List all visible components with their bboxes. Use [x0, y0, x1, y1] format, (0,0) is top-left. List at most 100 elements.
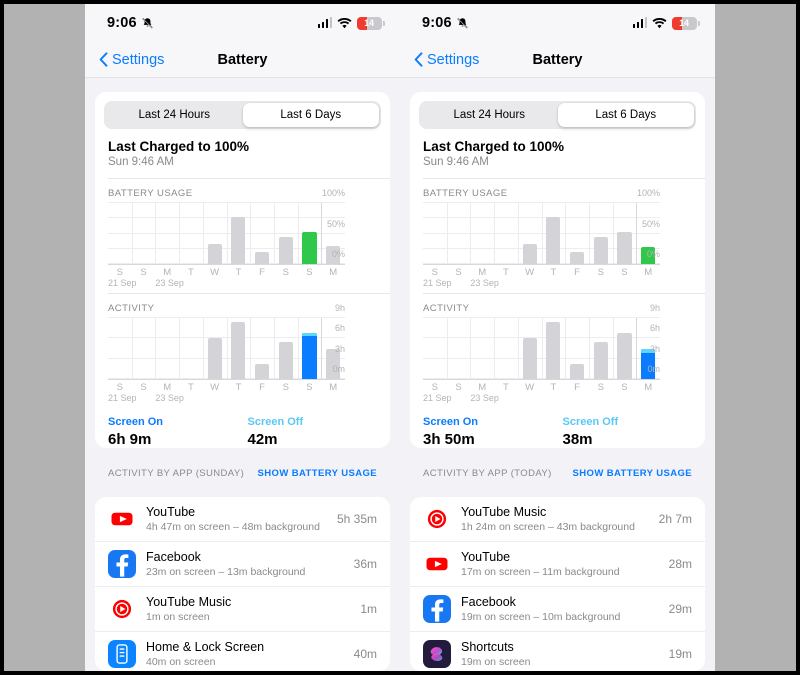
app-row[interactable]: Facebook 19m on screen – 10m background 29… — [410, 586, 705, 631]
x-tick: W — [210, 382, 220, 393]
bar-column — [518, 203, 542, 264]
app-row[interactable]: YouTube 4h 47m on screen – 48m background… — [95, 497, 390, 541]
x-tick: S — [140, 267, 147, 278]
screen-off-block: Screen Off 42m — [238, 416, 378, 448]
x-tick: M — [644, 382, 653, 393]
bar-series — [423, 318, 660, 379]
bar-series — [108, 203, 345, 264]
bar — [569, 364, 585, 379]
bar-column — [203, 203, 227, 264]
show-battery-usage-link[interactable]: SHOW BATTERY USAGE — [258, 468, 377, 479]
app-row[interactable]: Shortcuts 19m on screen 19m — [410, 631, 705, 671]
back-button[interactable]: Settings — [414, 52, 479, 68]
last-charged-subtitle: Sun 9:46 AM — [108, 156, 174, 168]
app-row[interactable]: Home & Lock Screen 40m on screen 40m — [95, 631, 390, 671]
bar-column — [423, 203, 447, 264]
bar-column — [542, 318, 566, 379]
bar — [593, 236, 608, 264]
x-tick: S — [621, 267, 628, 278]
date-labels: 21 Sep 23 Sep — [108, 278, 345, 291]
app-usage-detail: 4h 47m on screen – 48m background — [146, 521, 320, 534]
show-battery-usage-link[interactable]: SHOW BATTERY USAGE — [573, 468, 692, 479]
segment-last-6-days[interactable]: Last 6 Days — [557, 103, 694, 127]
bar-column — [589, 318, 613, 379]
segment-last-24-hours[interactable]: Last 24 Hours — [421, 103, 558, 127]
app-details: Home & Lock Screen 40m on screen — [146, 640, 344, 668]
x-tick: S — [621, 382, 628, 393]
status-time: 9:06 — [422, 15, 452, 31]
app-row[interactable]: YouTube Music 1h 24m on screen – 43m back… — [410, 497, 705, 541]
date-label: 21 Sep — [423, 393, 452, 403]
app-usage-detail: 19m on screen — [461, 656, 531, 669]
last-charged-title: Last Charged to 100% — [423, 139, 565, 154]
scroll-content[interactable]: Last 24 Hours Last 6 Days Last Charged to … — [400, 78, 715, 671]
signal-bar — [644, 17, 647, 28]
segment-last-6-days[interactable]: Last 6 Days — [242, 103, 379, 127]
app-name: YouTube — [461, 550, 511, 565]
bar-column — [155, 203, 179, 264]
battery-usage-chart-plot: 0% 50% 100% — [108, 188, 345, 265]
bar — [546, 217, 561, 264]
app-name: Shortcuts — [461, 640, 514, 655]
battery-card: Last 24 Hours Last 6 Days Last Charged to … — [95, 92, 390, 449]
status-bar: 9:06 14 — [400, 4, 715, 42]
y-tick: 6h — [334, 323, 345, 334]
back-button[interactable]: Settings — [99, 52, 164, 68]
x-tick: T — [503, 382, 509, 393]
wifi-icon — [337, 17, 352, 29]
scroll-content[interactable]: Last 24 Hours Last 6 Days Last Charged to … — [85, 78, 400, 671]
back-button-label: Settings — [112, 51, 165, 68]
bar-column — [470, 318, 494, 379]
battery-tip — [383, 20, 385, 26]
x-tick: S — [455, 382, 462, 393]
cellular-bars-icon — [317, 17, 332, 28]
bar-series — [423, 203, 660, 264]
x-tick: S — [455, 267, 462, 278]
date-labels: 21 Sep 23 Sep — [423, 393, 660, 406]
app-name: YouTube — [146, 505, 196, 520]
x-tick: S — [140, 382, 147, 393]
screen-off-block: Screen Off 38m — [553, 416, 693, 448]
bar-column — [108, 318, 132, 379]
home-lock-screen-icon — [108, 640, 136, 669]
y-tick: 3h — [649, 343, 660, 354]
segment-last-24-hours[interactable]: Last 24 Hours — [106, 103, 243, 127]
app-name: YouTube Music — [146, 595, 232, 610]
bar-column — [227, 318, 251, 379]
app-details: YouTube Music 1m on screen — [146, 595, 350, 623]
app-total-time: 28m — [668, 557, 692, 572]
x-axis-labels: SSMTWTFSSM — [423, 382, 660, 393]
bar — [569, 252, 585, 264]
signal-bar — [636, 21, 639, 28]
youtube-music-icon — [423, 505, 451, 534]
navigation-bar: Settings Battery — [400, 42, 715, 78]
signal-bar — [325, 19, 328, 28]
date-label: 21 Sep — [423, 278, 452, 288]
x-tick: W — [210, 267, 220, 278]
apps-section-title: ACTIVITY BY APP (SUNDAY) — [108, 468, 245, 480]
bar — [231, 217, 246, 264]
app-details: Facebook 19m on screen – 10m background — [461, 595, 659, 623]
app-row[interactable]: YouTube 17m on screen – 11m background 28m — [410, 541, 705, 586]
screen-off-label: Screen Off — [562, 416, 619, 428]
bell-slash-icon — [141, 17, 154, 30]
segmented-control[interactable]: Last 24 Hours Last 6 Days — [419, 101, 696, 129]
shortcuts-icon — [423, 640, 451, 669]
bar — [207, 337, 222, 379]
segmented-control[interactable]: Last 24 Hours Last 6 Days — [104, 101, 381, 129]
x-tick: S — [431, 382, 439, 393]
x-tick: S — [116, 382, 124, 393]
y-tick: 9h — [649, 303, 660, 313]
status-bar-left: 9:06 — [422, 15, 469, 31]
app-row[interactable]: YouTube Music 1m on screen 1m — [95, 586, 390, 631]
y-tick: 100% — [321, 188, 345, 198]
x-tick: M — [644, 267, 653, 278]
bar — [546, 322, 561, 379]
status-bar-right: 14 — [632, 16, 700, 30]
app-details: Shortcuts 19m on screen — [461, 640, 659, 668]
battery-usage-chart: BATTERY USAGE 0% 50% 100% S S M T W T F S S M 21 Sep 23… — [95, 179, 390, 293]
phone-screenshot-right: 9:06 14 Settings Battery Last 24 Hours Last 6… — [400, 4, 715, 671]
screen-on-value: 6h 9m — [108, 431, 152, 448]
app-row[interactable]: Facebook 23m on screen – 13m background 36… — [95, 541, 390, 586]
x-tick: S — [116, 267, 124, 278]
